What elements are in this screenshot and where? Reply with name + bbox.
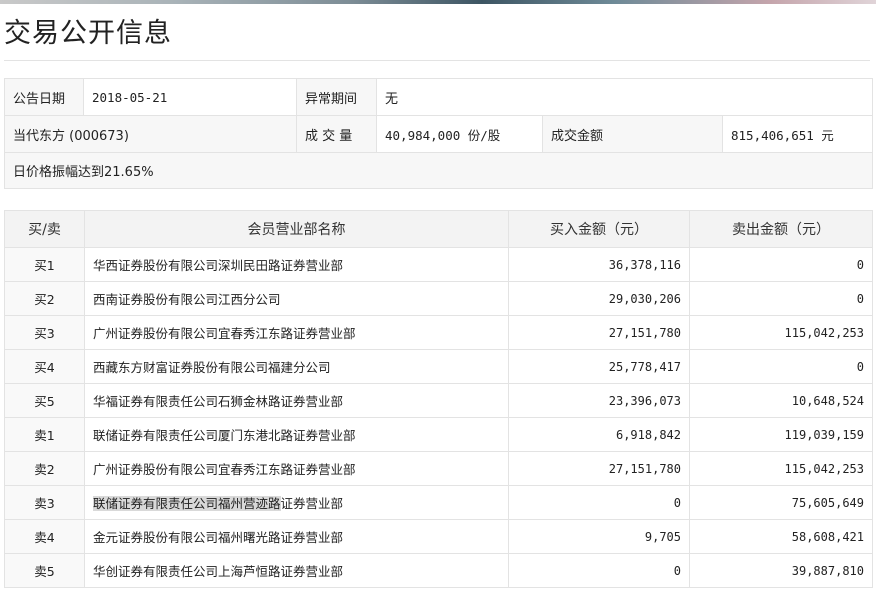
row-sell-amount: 0: [689, 281, 873, 316]
info-row-volume: 当代东方 (000673) 成 交 量 40,984,000 份/股 成交金额 …: [4, 115, 874, 153]
row-buy-amount: 9,705: [508, 519, 690, 554]
table-row: 卖4 金元证券股份有限公司福州曙光路证券营业部 9,705 58,608,421: [4, 519, 873, 554]
abnormal-period-label: 异常期间: [296, 78, 377, 116]
row-broker-name: 金元证券股份有限公司福州曙光路证券营业部: [84, 519, 509, 554]
row-broker-name: 联储证券有限责任公司福州营迹路证券营业部: [84, 485, 509, 520]
page-title: 交易公开信息: [4, 18, 172, 49]
table-row: 买4 西藏东方财富证券股份有限公司福建分公司 25,778,417 0: [4, 349, 873, 384]
row-sell-amount: 39,887,810: [689, 553, 873, 588]
row-buy-amount: 36,378,116: [508, 247, 690, 282]
col-header-buy: 买入金额（元）: [508, 210, 690, 248]
top-gradient-bar: [0, 0, 876, 4]
row-buy-amount: 27,151,780: [508, 451, 690, 486]
row-broker-name: 广州证券股份有限公司宜春秀江东路证券营业部: [84, 315, 509, 350]
table-row: 卖5 华创证券有限责任公司上海芦恒路证券营业部 0 39,887,810: [4, 553, 873, 588]
row-side: 卖3: [4, 485, 85, 520]
table-row: 买3 广州证券股份有限公司宜春秀江东路证券营业部 27,151,780 115,…: [4, 315, 873, 350]
row-sell-amount: 115,042,253: [689, 315, 873, 350]
table-row: 买2 西南证券股份有限公司江西分公司 29,030,206 0: [4, 281, 873, 316]
row-sell-amount: 119,039,159: [689, 417, 873, 452]
row-sell-amount: 75,605,649: [689, 485, 873, 520]
stock-name: 当代东方 (000673): [4, 115, 297, 153]
announce-date-label: 公告日期: [4, 78, 84, 116]
info-row-date: 公告日期 2018-05-21 异常期间 无: [4, 78, 874, 116]
row-buy-amount: 29,030,206: [508, 281, 690, 316]
row-side: 卖2: [4, 451, 85, 486]
row-sell-amount: 10,648,524: [689, 383, 873, 418]
row-broker-name: 西南证券股份有限公司江西分公司: [84, 281, 509, 316]
broker-name-rest: 证券营业部: [280, 496, 344, 511]
row-buy-amount: 0: [508, 553, 690, 588]
announce-date-value: 2018-05-21: [83, 78, 297, 116]
selected-text-highlight[interactable]: 联储证券有限责任公司福州营迹路: [93, 496, 281, 511]
row-buy-amount: 0: [508, 485, 690, 520]
amount-label: 成交金额: [542, 115, 723, 153]
col-header-sell: 卖出金额（元）: [689, 210, 873, 248]
row-broker-name: 联储证券有限责任公司厦门东港北路证券营业部: [84, 417, 509, 452]
row-buy-amount: 27,151,780: [508, 315, 690, 350]
row-buy-amount: 25,778,417: [508, 349, 690, 384]
row-buy-amount: 23,396,073: [508, 383, 690, 418]
row-side: 卖5: [4, 553, 85, 588]
row-buy-amount: 6,918,842: [508, 417, 690, 452]
row-sell-amount: 115,042,253: [689, 451, 873, 486]
row-broker-name: 广州证券股份有限公司宜春秀江东路证券营业部: [84, 451, 509, 486]
trade-info-table: 公告日期 2018-05-21 异常期间 无 当代东方 (000673) 成 交…: [3, 78, 874, 189]
table-row: 买5 华福证券有限责任公司石狮金林路证券营业部 23,396,073 10,64…: [4, 383, 873, 418]
info-row-amplitude: 日价格振幅达到21.65%: [3, 152, 874, 189]
row-side: 买1: [4, 247, 85, 282]
row-side: 卖4: [4, 519, 85, 554]
col-header-broker: 会员营业部名称: [84, 210, 509, 248]
amount-value: 815,406,651 元: [721, 115, 874, 153]
row-sell-amount: 0: [689, 349, 873, 384]
amplitude-text: 日价格振幅达到21.65%: [3, 152, 874, 189]
table-row: 卖2 广州证券股份有限公司宜春秀江东路证券营业部 27,151,780 115,…: [4, 451, 873, 486]
row-broker-name: 华西证券股份有限公司深圳民田路证券营业部: [84, 247, 509, 282]
row-side: 买5: [4, 383, 85, 418]
abnormal-period-value: 无: [375, 78, 874, 116]
row-side: 买2: [4, 281, 85, 316]
row-side: 买3: [4, 315, 85, 350]
volume-value: 40,984,000 份/股: [376, 115, 543, 153]
broker-trade-table: 买/卖 会员营业部名称 买入金额（元） 卖出金额（元） 买1 华西证券股份有限公…: [4, 210, 873, 588]
row-broker-name: 西藏东方财富证券股份有限公司福建分公司: [84, 349, 509, 384]
table-header-row: 买/卖 会员营业部名称 买入金额（元） 卖出金额（元）: [4, 210, 873, 248]
table-row: 卖1 联储证券有限责任公司厦门东港北路证券营业部 6,918,842 119,0…: [4, 417, 873, 452]
row-broker-name: 华创证券有限责任公司上海芦恒路证券营业部: [84, 553, 509, 588]
col-header-side: 买/卖: [4, 210, 85, 248]
row-side: 买4: [4, 349, 85, 384]
row-side: 卖1: [4, 417, 85, 452]
title-divider: [4, 60, 870, 61]
table-row: 卖3 联储证券有限责任公司福州营迹路证券营业部 0 75,605,649: [4, 485, 873, 520]
row-sell-amount: 58,608,421: [689, 519, 873, 554]
volume-label: 成 交 量: [296, 115, 377, 153]
row-sell-amount: 0: [689, 247, 873, 282]
row-broker-name: 华福证券有限责任公司石狮金林路证券营业部: [84, 383, 509, 418]
table-row: 买1 华西证券股份有限公司深圳民田路证券营业部 36,378,116 0: [4, 247, 873, 282]
